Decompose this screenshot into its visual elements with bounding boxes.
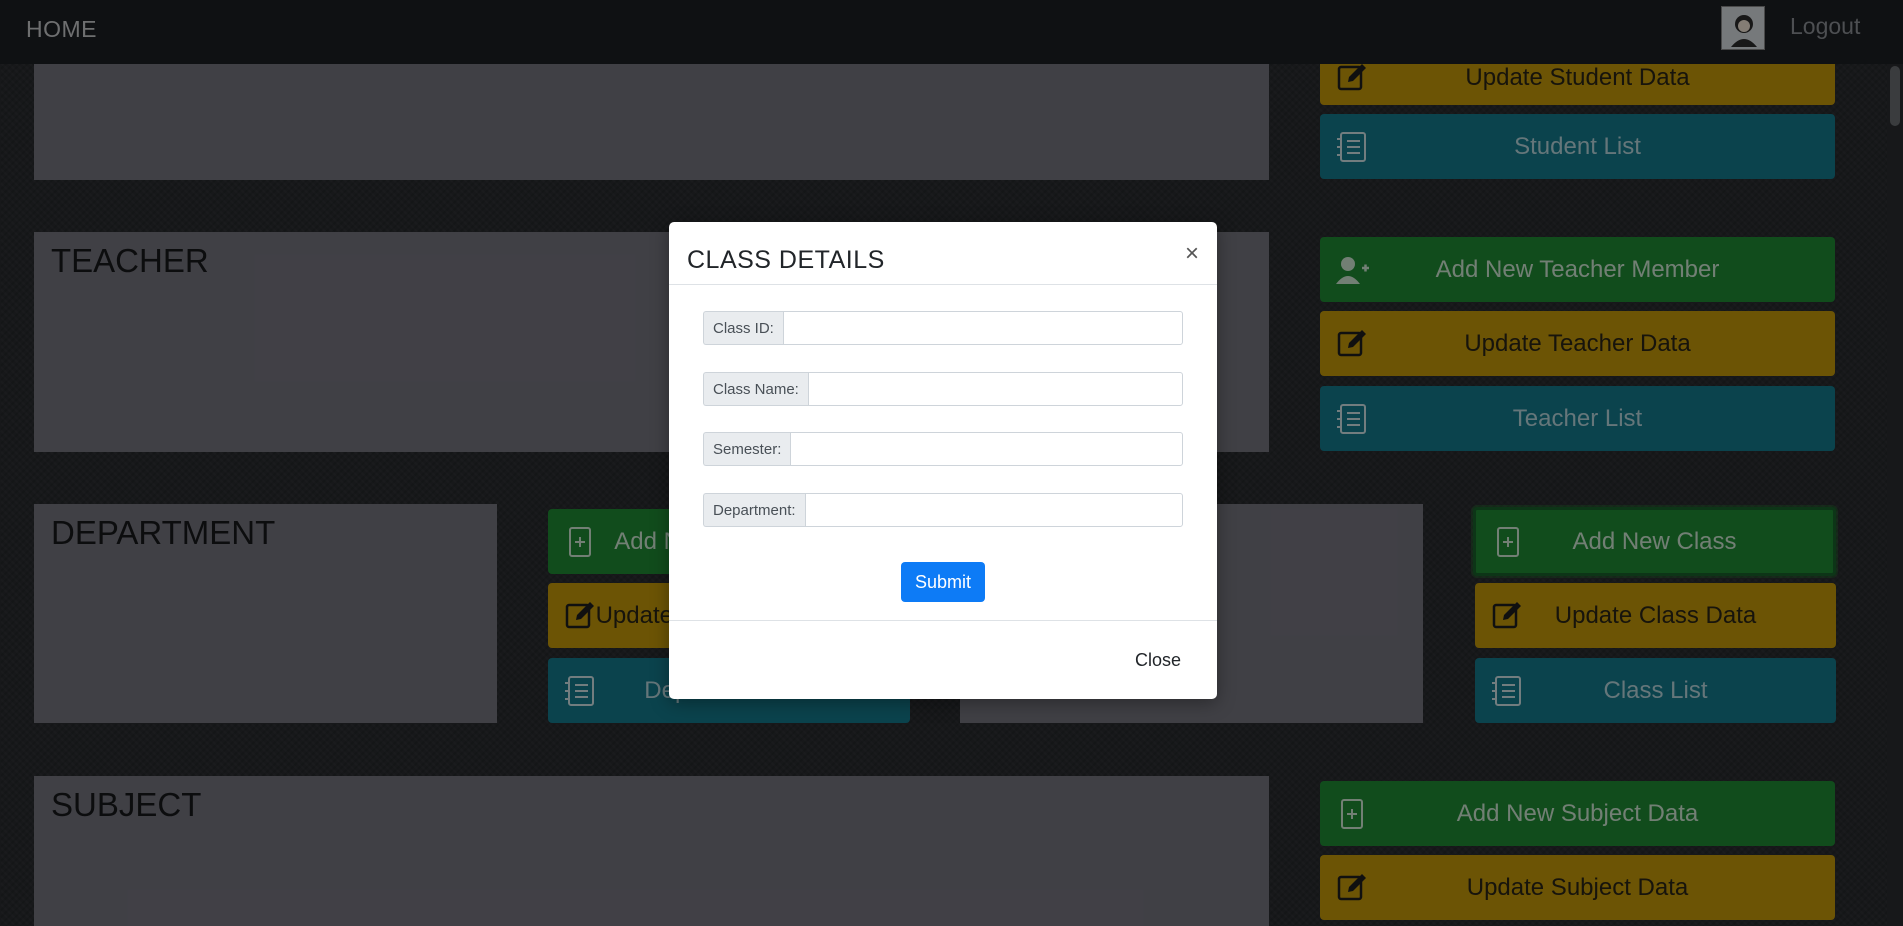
class-details-modal: CLASS DETAILS × Class ID: Class Name: Se… bbox=[669, 222, 1217, 699]
close-button[interactable]: Close bbox=[1129, 649, 1187, 672]
class-id-field: Class ID: bbox=[703, 311, 1183, 345]
semester-label: Semester: bbox=[703, 432, 791, 466]
class-id-label: Class ID: bbox=[703, 311, 783, 345]
class-name-input[interactable] bbox=[807, 372, 1183, 406]
class-name-field: Class Name: bbox=[703, 372, 1183, 406]
semester-input[interactable] bbox=[790, 432, 1183, 466]
modal-header: CLASS DETAILS × bbox=[669, 222, 1217, 285]
department-input[interactable] bbox=[804, 493, 1183, 527]
close-icon[interactable]: × bbox=[1185, 242, 1199, 266]
department-label: Department: bbox=[703, 493, 805, 527]
modal-title: CLASS DETAILS bbox=[687, 246, 885, 274]
class-name-label: Class Name: bbox=[703, 372, 808, 406]
semester-field: Semester: bbox=[703, 432, 1183, 466]
submit-button[interactable]: Submit bbox=[901, 562, 985, 602]
modal-footer: Close bbox=[669, 620, 1217, 700]
class-id-input[interactable] bbox=[782, 311, 1183, 345]
department-field: Department: bbox=[703, 493, 1183, 527]
